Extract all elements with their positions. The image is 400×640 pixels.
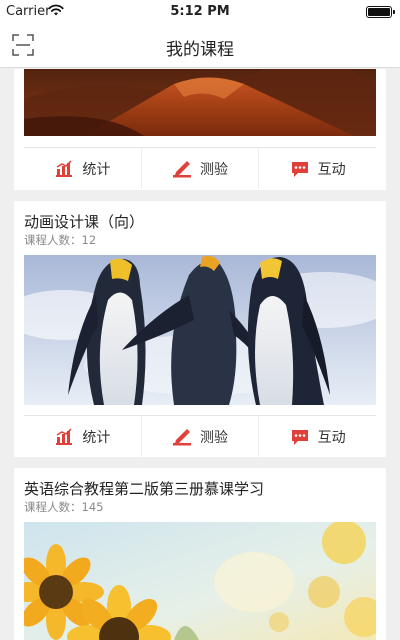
page-title: 我的课程 [166,40,234,60]
chat-icon [291,161,308,177]
course-actions: 统计 测验 互动 [24,147,376,189]
course-card[interactable]: 英语综合教程第二版第三册慕课学习 课程人数：145 [14,468,386,640]
quiz-button[interactable]: 测验 [140,148,259,189]
stats-label: 统计 [82,161,111,178]
course-title[interactable]: 英语综合教程第二版第三册慕课学习 [24,478,264,499]
interact-label: 互动 [317,429,346,446]
course-image-desert[interactable] [24,69,376,136]
stats-button[interactable]: 统计 [24,148,141,189]
chart-icon [56,427,73,445]
clock: 5:12 PM [170,4,230,19]
course-card[interactable]: 统计 测验 互动 [14,69,386,190]
interact-label: 互动 [317,161,346,178]
course-title[interactable]: 动画设计课（向） [24,211,144,232]
interact-button[interactable]: 互动 [258,148,376,189]
stats-button[interactable]: 统计 [24,416,141,457]
edit-icon [173,428,191,445]
battery-icon [366,6,395,18]
chat-icon [291,429,308,445]
quiz-label: 测验 [200,429,228,446]
course-image-sunflowers[interactable] [24,522,376,640]
status-bar: Carrier 5:12 PM [0,0,400,24]
nav-bar: 我的课程 [0,24,400,68]
chart-icon [56,159,73,177]
course-list[interactable]: 统计 测验 互动 动画设计课（向） 课程人数：12 统计 测验 互动 英语综合教… [0,69,400,640]
course-member-count: 课程人数：12 [24,233,97,247]
interact-button[interactable]: 互动 [258,416,376,457]
stats-label: 统计 [82,429,111,446]
course-member-count: 课程人数：145 [24,500,104,514]
quiz-label: 测验 [200,161,228,178]
course-actions: 统计 测验 互动 [24,415,376,457]
course-card[interactable]: 动画设计课（向） 课程人数：12 统计 测验 互动 [14,201,386,457]
edit-icon [173,160,191,177]
course-image-penguins[interactable] [24,255,376,405]
quiz-button[interactable]: 测验 [140,416,259,457]
